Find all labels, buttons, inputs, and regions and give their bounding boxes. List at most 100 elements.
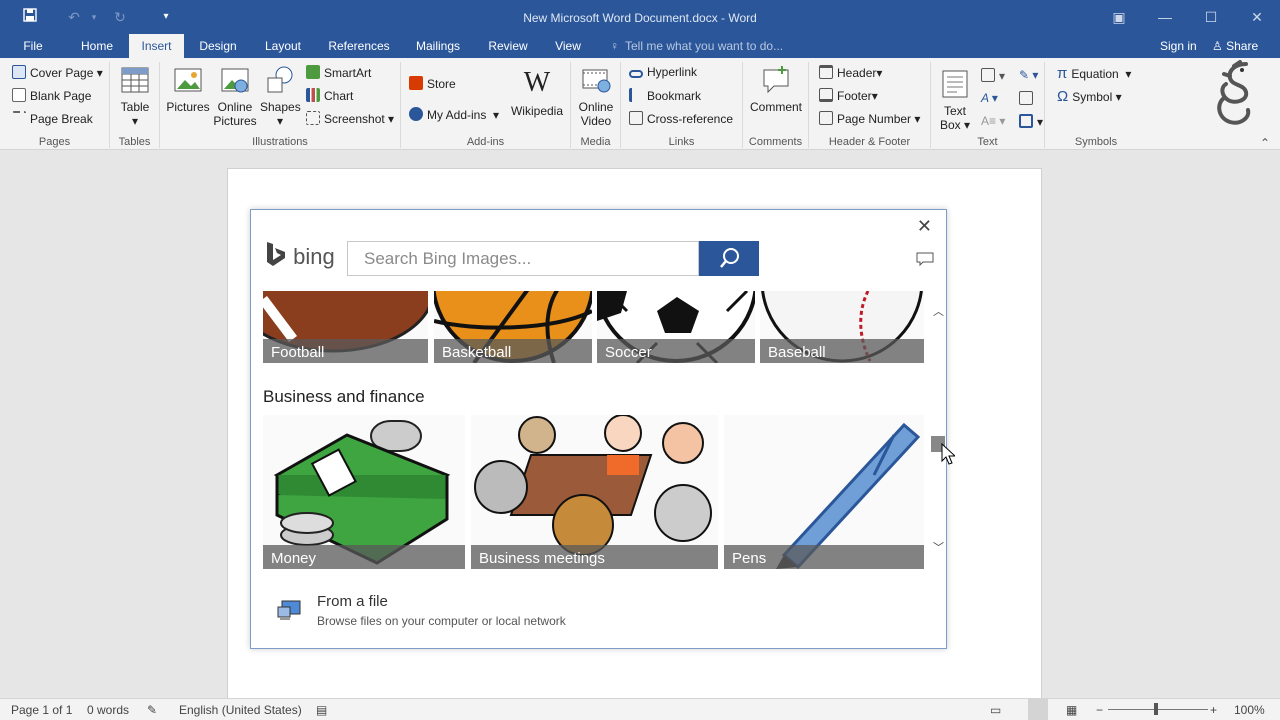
ribbon-display-options-icon[interactable]: ▣ — [1106, 6, 1132, 28]
hyperlink-button[interactable]: Hyperlink — [629, 65, 697, 79]
blank-page-button[interactable]: Blank Page — [12, 88, 91, 103]
group-label-links: Links — [668, 136, 695, 148]
shapes-button[interactable]: Shapes ▾ — [260, 64, 301, 128]
tab-home[interactable]: Home — [72, 34, 122, 58]
comment-button[interactable]: Comment — [747, 64, 805, 114]
page-break-label: Page Break — [30, 112, 93, 126]
language-indicator[interactable]: English (United States) — [179, 703, 302, 717]
header-button[interactable]: Header▾ — [819, 65, 882, 80]
signature-line-button[interactable]: ✎ ▾ — [1019, 68, 1038, 82]
pictures-button[interactable]: Pictures — [166, 64, 210, 114]
drop-cap-button[interactable]: A≡ ▾ — [981, 114, 1005, 128]
group-media: Online Video Media — [571, 62, 621, 148]
smartart-button[interactable]: SmartArt — [306, 65, 371, 80]
tab-references[interactable]: References — [324, 34, 394, 58]
zoom-in-icon[interactable]: + — [1210, 703, 1217, 717]
tab-design[interactable]: Design — [192, 34, 244, 58]
pictures-icon — [174, 68, 202, 92]
zoom-slider[interactable] — [1108, 709, 1208, 710]
footer-button[interactable]: Footer▾ — [819, 88, 878, 103]
category-tile-money[interactable]: Money — [263, 415, 465, 569]
zoom-slider-thumb[interactable] — [1154, 703, 1158, 715]
tab-layout[interactable]: Layout — [256, 34, 310, 58]
my-addins-button[interactable]: My Add-ins ▾ — [409, 107, 499, 122]
results-scrollbar[interactable]: ︿ ﹀ — [931, 291, 945, 569]
scroll-down-arrow-icon[interactable]: ﹀ — [933, 539, 944, 555]
maximize-icon[interactable]: ☐ — [1198, 6, 1224, 28]
online-video-button[interactable]: Online Video — [574, 64, 618, 128]
store-button[interactable]: Store — [409, 76, 456, 91]
category-tile-football[interactable]: Football — [263, 291, 428, 363]
from-a-file-option[interactable]: From a file Browse files on your compute… — [273, 593, 693, 633]
cross-reference-button[interactable]: Cross-reference — [629, 111, 733, 126]
wikipedia-icon: W — [523, 67, 551, 98]
zoom-out-icon[interactable]: − — [1096, 703, 1103, 717]
feedback-icon[interactable] — [916, 252, 934, 267]
online-pictures-button[interactable]: Online Pictures — [212, 64, 258, 128]
wordart-button[interactable]: A ▾ — [981, 91, 998, 105]
wikipedia-button[interactable]: W Wikipedia — [507, 67, 567, 119]
close-window-icon[interactable]: ✕ — [1244, 6, 1270, 28]
read-mode-icon[interactable]: ▭ — [990, 703, 1001, 717]
sign-in-link[interactable]: Sign in — [1160, 34, 1197, 58]
web-layout-icon[interactable]: ▦ — [1066, 703, 1077, 717]
ribbon-tab-bar: File Home Insert Design Layout Reference… — [0, 34, 1280, 58]
minimize-icon[interactable]: — — [1152, 6, 1178, 28]
page-break-button[interactable]: Page Break — [12, 111, 93, 126]
zoom-level[interactable]: 100% — [1234, 703, 1265, 717]
online-pictures-label-2: Pictures — [213, 114, 257, 128]
category-tile-pens[interactable]: Pens — [724, 415, 924, 569]
screenshot-label: Screenshot — [324, 112, 385, 126]
scroll-up-arrow-icon[interactable]: ︿ — [933, 303, 944, 319]
tab-file[interactable]: File — [14, 34, 52, 58]
computer-network-icon — [277, 600, 301, 620]
macro-recording-icon[interactable]: ▤ — [316, 703, 327, 717]
print-layout-icon[interactable] — [1028, 699, 1048, 720]
search-button[interactable] — [699, 241, 759, 276]
word-count[interactable]: 0 words — [87, 703, 129, 717]
date-time-button[interactable] — [1019, 91, 1037, 106]
text-box-button[interactable]: Text Box ▾ — [935, 68, 975, 132]
category-tile-baseball[interactable]: Baseball — [760, 291, 924, 363]
symbol-button[interactable]: Ω Symbol ▾ — [1057, 88, 1122, 105]
page-number-label: Page Number — [837, 112, 912, 126]
collapse-ribbon-icon[interactable]: ⌃ — [1260, 136, 1270, 150]
text-box-label-1: Text — [943, 104, 966, 118]
image-results-list[interactable]: Football Basketball Soccer Baseball Busi… — [263, 291, 925, 569]
bookmark-button[interactable]: Bookmark — [629, 88, 701, 103]
text-box-label-2: Box — [939, 118, 961, 132]
smartart-icon — [306, 65, 320, 79]
lightbulb-icon: ♀ — [610, 39, 619, 53]
category-tile-business-meetings[interactable]: Business meetings — [471, 415, 718, 569]
tab-insert[interactable]: Insert — [129, 34, 184, 58]
category-tile-soccer[interactable]: Soccer — [597, 291, 755, 363]
screenshot-button[interactable]: Screenshot ▾ — [306, 111, 394, 126]
chart-button[interactable]: Chart — [306, 88, 353, 103]
tell-me-box[interactable]: ♀ Tell me what you want to do... — [610, 34, 783, 58]
tile-caption-pens: Pens — [724, 545, 924, 569]
table-button[interactable]: Table ▾ — [115, 64, 155, 128]
page-count[interactable]: Page 1 of 1 — [11, 703, 72, 717]
proofing-icon[interactable]: ✎ — [147, 703, 157, 717]
tab-mailings[interactable]: Mailings — [408, 34, 468, 58]
text-box-icon — [942, 70, 968, 98]
category-tile-basketball[interactable]: Basketball — [434, 291, 592, 363]
group-symbols: π Equation ▾ Ω Symbol ▾ Symbols — [1045, 62, 1147, 148]
share-button[interactable]: ♙ Share — [1212, 34, 1258, 58]
chart-label: Chart — [324, 89, 354, 103]
from-a-file-subtitle: Browse files on your computer or local n… — [317, 614, 566, 628]
cover-page-button[interactable]: Cover Page ▾ — [12, 65, 103, 80]
equation-button[interactable]: π Equation ▾ — [1057, 65, 1131, 82]
blank-page-label: Blank Page — [30, 89, 92, 103]
quick-parts-button[interactable]: ▾ — [981, 68, 1005, 83]
object-button[interactable]: ▾ — [1019, 114, 1043, 129]
insert-pictures-dialog: ✕ bing Football Basketball Soccer Baseba… — [250, 209, 947, 649]
group-tables: Table ▾ Tables — [110, 62, 160, 148]
tab-view[interactable]: View — [548, 34, 588, 58]
close-icon[interactable]: ✕ — [917, 216, 932, 237]
wordart-icon: A — [981, 91, 989, 105]
page-number-button[interactable]: Page Number ▾ — [819, 111, 920, 126]
drop-cap-icon: A≡ — [981, 114, 997, 128]
bing-search-input[interactable] — [348, 242, 698, 275]
tab-review[interactable]: Review — [482, 34, 534, 58]
